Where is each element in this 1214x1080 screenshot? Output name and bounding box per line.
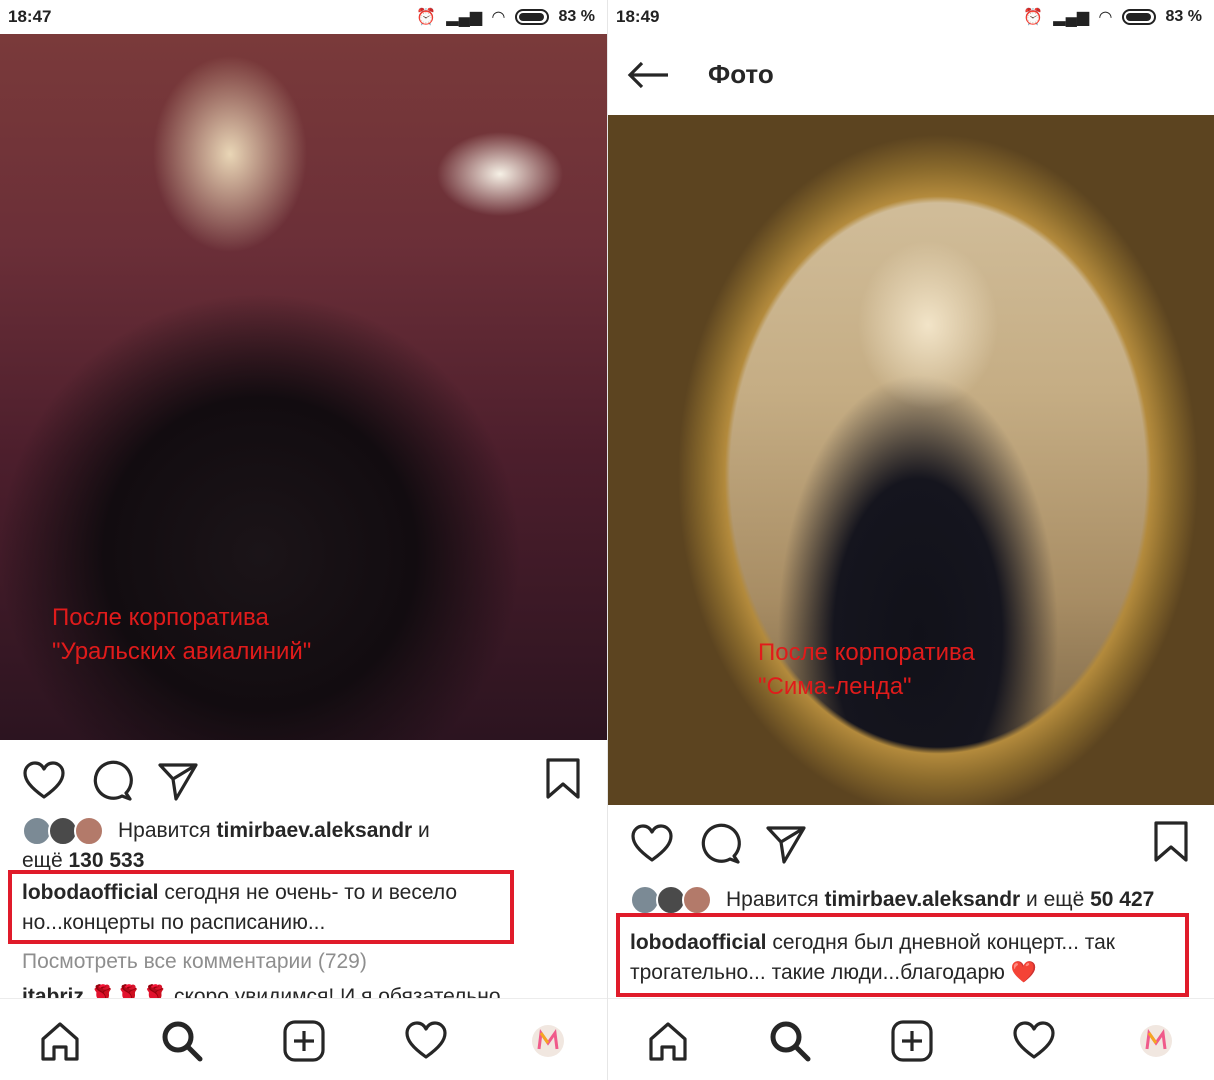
search-icon[interactable] bbox=[160, 1019, 204, 1063]
profile-avatar-icon[interactable] bbox=[1134, 1019, 1178, 1063]
post-actions bbox=[608, 808, 1214, 878]
battery-level: 83 % bbox=[558, 8, 595, 25]
post-actions bbox=[0, 745, 607, 815]
status-bar: 18:47 ⏰ ▂▄▆ ◠ 83 % bbox=[0, 0, 607, 34]
share-icon[interactable] bbox=[156, 759, 200, 803]
search-icon[interactable] bbox=[768, 1019, 812, 1063]
home-icon[interactable] bbox=[38, 1019, 82, 1063]
page-title: Фото bbox=[708, 59, 774, 89]
bottom-navigation bbox=[0, 998, 607, 1080]
status-time: 18:49 bbox=[616, 7, 660, 26]
battery-icon bbox=[514, 9, 549, 25]
profile-avatar-icon[interactable] bbox=[526, 1019, 570, 1063]
likes-count[interactable]: 50 427 bbox=[1090, 888, 1154, 911]
alarm-icon: ⏰ bbox=[416, 9, 437, 26]
battery-level: 83 % bbox=[1165, 8, 1202, 25]
signal-icon: ▂▄▆ bbox=[1053, 9, 1090, 26]
status-time: 18:47 bbox=[8, 7, 52, 26]
caption-username[interactable]: lobodaofficial bbox=[22, 881, 159, 904]
home-icon[interactable] bbox=[646, 1019, 690, 1063]
heart-icon[interactable] bbox=[22, 759, 66, 803]
add-post-icon[interactable] bbox=[890, 1019, 934, 1063]
liker-username[interactable]: timirbaev.aleksandr bbox=[217, 819, 413, 842]
comment-icon[interactable] bbox=[698, 822, 742, 866]
heart-icon[interactable] bbox=[630, 822, 674, 866]
post-caption: lobodaofficial сегодня был дневной конце… bbox=[630, 931, 1115, 984]
likes-count[interactable]: 130 533 bbox=[68, 849, 144, 872]
wifi-icon: ◠ bbox=[492, 9, 505, 26]
bottom-navigation bbox=[608, 998, 1214, 1080]
app-bar: Фото bbox=[608, 34, 1214, 115]
likes-line: Нравится timirbaev.aleksandr и ещё 130 5… bbox=[22, 816, 582, 876]
alarm-icon: ⏰ bbox=[1023, 9, 1044, 26]
photo-caption-overlay: После корпоратива "Сима-ленда" bbox=[758, 639, 975, 700]
liker-avatars[interactable] bbox=[22, 816, 110, 847]
likes-line: Нравится timirbaev.aleksandr и ещё 50 42… bbox=[630, 885, 1210, 916]
avatar bbox=[682, 885, 712, 916]
share-icon[interactable] bbox=[764, 822, 808, 866]
left-screenshot: 18:47 ⏰ ▂▄▆ ◠ 83 % После корпоратива "Ур… bbox=[0, 0, 607, 1080]
wifi-icon: ◠ bbox=[1099, 9, 1112, 26]
activity-heart-icon[interactable] bbox=[1012, 1019, 1056, 1063]
comment-icon[interactable] bbox=[90, 759, 134, 803]
view-all-comments-link[interactable]: Посмотреть все комментарии (729) bbox=[22, 950, 367, 974]
battery-icon bbox=[1121, 9, 1156, 25]
activity-heart-icon[interactable] bbox=[404, 1019, 448, 1063]
back-arrow-icon[interactable] bbox=[626, 60, 686, 90]
photo-caption-overlay: После корпоратива "Уральских авиалиний" bbox=[52, 604, 312, 665]
post-caption: lobodaofficial сегодня не очень- то и ве… bbox=[22, 881, 458, 934]
liker-username[interactable]: timirbaev.aleksandr bbox=[825, 888, 1021, 911]
caption-username[interactable]: lobodaofficial bbox=[630, 931, 767, 954]
liker-avatars[interactable] bbox=[630, 885, 718, 916]
right-screenshot: 18:49 ⏰ ▂▄▆ ◠ 83 % Фото После корпоратив… bbox=[607, 0, 1214, 1080]
add-post-icon[interactable] bbox=[282, 1019, 326, 1063]
bookmark-icon[interactable] bbox=[541, 757, 585, 801]
status-bar: 18:49 ⏰ ▂▄▆ ◠ 83 % bbox=[608, 0, 1214, 34]
signal-icon: ▂▄▆ bbox=[446, 9, 483, 26]
bookmark-icon[interactable] bbox=[1149, 820, 1193, 864]
avatar bbox=[74, 816, 104, 847]
